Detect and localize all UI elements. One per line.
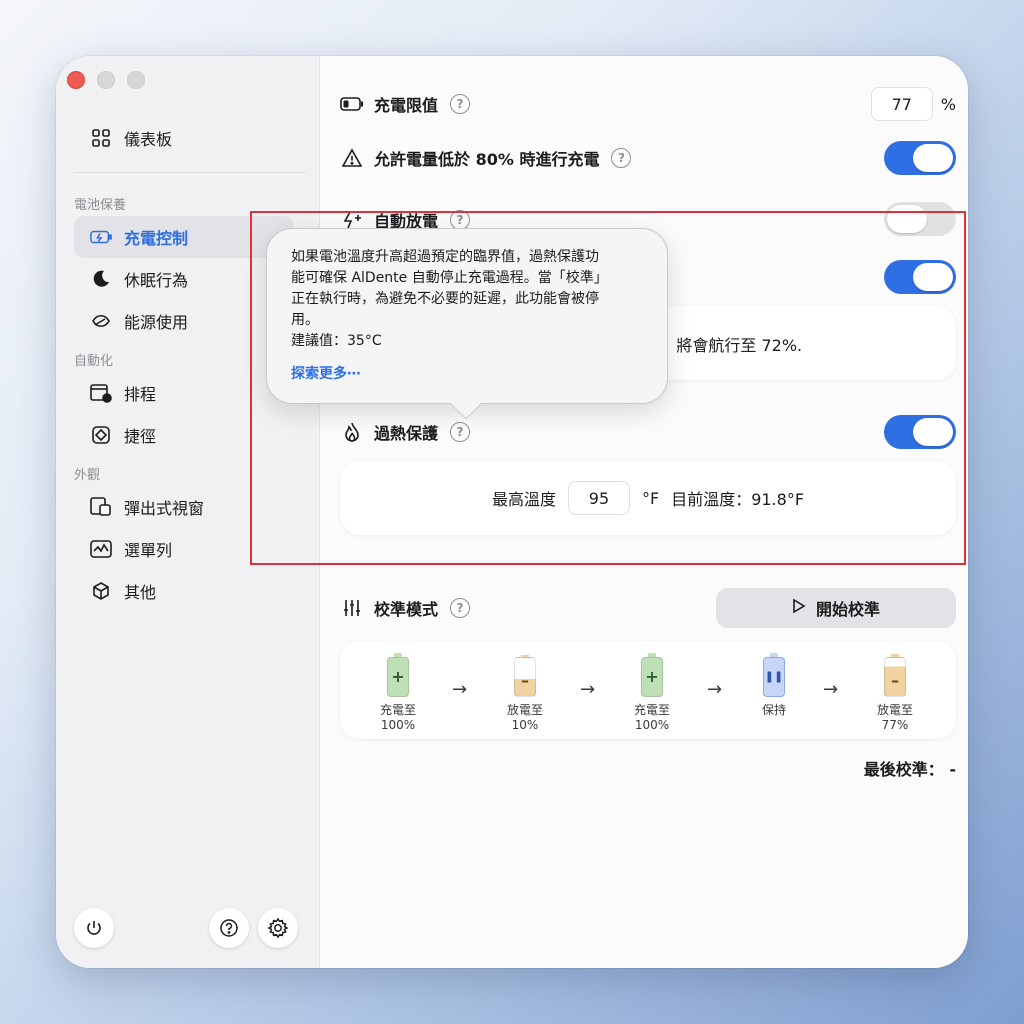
step-label: 保持: [761, 703, 786, 717]
power-button[interactable]: [74, 908, 114, 948]
step-hold: ❚❚ 保持: [724, 653, 824, 718]
sidebar-item-label: 選單列: [124, 541, 173, 560]
sidebar-item-dashboard[interactable]: 儀表板: [74, 117, 294, 159]
step-charge-100-again: + 充電至 100%: [602, 653, 702, 732]
step-charge-100: + 充電至 100%: [348, 653, 448, 732]
step-value: 100%: [380, 718, 416, 732]
step-label: 放電至: [876, 703, 913, 717]
section-label-battery: 電池保養: [74, 198, 127, 213]
start-calibration-label: 開始校準: [815, 600, 880, 619]
last-calibration: 最後校準： -: [863, 760, 956, 779]
calibration-label: 校準模式: [374, 600, 439, 619]
step-label: 充電至: [379, 703, 416, 717]
zoom-button[interactable]: [127, 71, 145, 89]
charge-limit-row: 充電限值 ? 77 %: [340, 86, 956, 122]
help-icon[interactable]: ?: [450, 598, 471, 618]
sidebar-item-label: 捷徑: [124, 427, 157, 446]
section-label-appearance: 外觀: [74, 468, 101, 483]
power-icon: [87, 921, 101, 935]
gear-icon: [267, 917, 289, 939]
battery-charge-icon: +: [387, 653, 409, 697]
warning-icon: [340, 146, 364, 170]
settings-button[interactable]: [258, 908, 298, 948]
arrow-right-icon: →: [823, 679, 839, 700]
percent-label: %: [940, 94, 956, 114]
sidebar-item-label: 其他: [124, 583, 157, 602]
sidebar-item-other[interactable]: 其他: [74, 570, 294, 612]
menubar-chart-icon: [90, 538, 112, 560]
step-label: 放電至: [506, 703, 543, 717]
sliders-icon: [340, 596, 364, 620]
popover-window-icon: [90, 496, 112, 518]
step-value: 77%: [881, 718, 909, 732]
step-discharge-10: – 放電至 10%: [475, 653, 575, 732]
sidebar-item-label: 排程: [124, 385, 157, 404]
moon-icon: [90, 268, 112, 290]
battery-charging-icon: [90, 226, 112, 248]
battery-icon: [340, 92, 364, 116]
help-icon[interactable]: ?: [450, 94, 471, 114]
sidebar-item-label: 充電控制: [124, 229, 189, 248]
calendar-clock-icon: [90, 382, 112, 404]
battery-hold-icon: ❚❚: [763, 653, 785, 697]
leaf-icon: [90, 310, 112, 332]
step-value: 100%: [634, 718, 670, 732]
allow-charge-below-label: 允許電量低於 80% 時進行充電: [374, 150, 600, 169]
help-button[interactable]: [209, 908, 249, 948]
battery-discharge-icon: –: [884, 653, 906, 697]
highlight-box: [250, 211, 966, 565]
minimize-button[interactable]: [97, 71, 115, 89]
start-calibration-button[interactable]: 開始校準: [716, 588, 956, 628]
calibration-steps-card: + 充電至 100% → – 放電至 10% → + 充電至 100% → ❚❚…: [340, 641, 956, 739]
question-icon: [220, 919, 238, 937]
arrow-right-icon: →: [452, 679, 468, 700]
cube-icon: [90, 580, 112, 602]
step-discharge-77: – 放電至 77%: [845, 653, 945, 732]
charge-limit-control: 77 %: [870, 87, 956, 121]
arrow-right-icon: →: [580, 679, 596, 700]
step-label: 充電至: [633, 703, 670, 717]
sidebar-item-label: 儀表板: [124, 130, 173, 149]
charge-limit-label: 充電限值: [374, 96, 439, 115]
sidebar-item-label: 能源使用: [124, 313, 189, 332]
close-button[interactable]: [67, 71, 85, 89]
sidebar-divider: [74, 172, 306, 173]
grid-icon: [90, 127, 112, 149]
shortcuts-icon: [90, 424, 112, 446]
window-controls: [67, 71, 145, 89]
play-icon: [792, 598, 806, 618]
help-icon[interactable]: ?: [611, 148, 632, 168]
section-label-automation: 自動化: [74, 354, 114, 369]
battery-charge-icon: +: [641, 653, 663, 697]
allow-charge-below-toggle[interactable]: [884, 141, 956, 175]
arrow-right-icon: →: [707, 679, 723, 700]
allow-charge-below-row: 允許電量低於 80% 時進行充電 ?: [340, 140, 956, 176]
sidebar-item-label: 彈出式視窗: [124, 499, 205, 518]
battery-discharge-icon: –: [514, 653, 536, 697]
charge-limit-input[interactable]: 77: [870, 87, 933, 121]
step-value: 10%: [511, 718, 539, 732]
sidebar-item-label: 休眠行為: [124, 271, 189, 290]
